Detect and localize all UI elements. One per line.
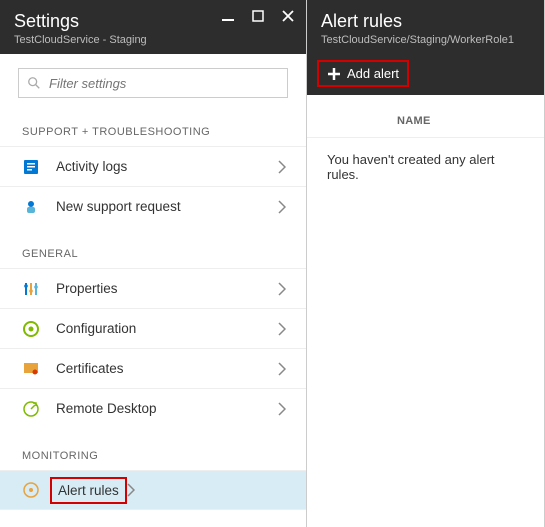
- activity-logs-icon: [22, 158, 40, 176]
- menu-item-label: Remote Desktop: [56, 401, 278, 416]
- close-icon[interactable]: [280, 8, 296, 24]
- chevron-right-icon: [278, 322, 286, 336]
- column-header-name: NAME: [307, 115, 544, 137]
- settings-subtitle: TestCloudService - Staging: [14, 34, 292, 46]
- empty-state-text: You haven't created any alert rules.: [307, 137, 544, 196]
- settings-blade: Settings TestCloudService - Staging SUPP…: [0, 0, 307, 527]
- alert-rules-blade: Alert rules TestCloudService/Staging/Wor…: [307, 0, 545, 527]
- search-icon: [27, 76, 41, 90]
- chevron-right-icon: [278, 160, 286, 174]
- menu-item-certificates[interactable]: Certificates: [0, 348, 306, 388]
- menu-item-label: Certificates: [56, 361, 278, 376]
- alert-rules-body: NAME You haven't created any alert rules…: [307, 95, 544, 196]
- chevron-right-icon: [278, 282, 286, 296]
- alert-rules-title: Alert rules: [321, 10, 530, 32]
- remote-desktop-icon: [22, 400, 40, 418]
- filter-settings-input[interactable]: [49, 76, 279, 91]
- menu-item-label: Properties: [56, 281, 278, 296]
- section-label-support: SUPPORT + TROUBLESHOOTING: [0, 104, 306, 146]
- add-alert-button[interactable]: Add alert: [317, 60, 409, 87]
- menu-item-label: Activity logs: [56, 159, 278, 174]
- filter-settings-search[interactable]: [18, 68, 288, 98]
- menu-item-new-support-request[interactable]: New support request: [0, 186, 306, 226]
- menu-item-label: Alert rules: [58, 483, 119, 498]
- support-request-icon: [22, 198, 40, 216]
- alert-rules-subtitle: TestCloudService/Staging/WorkerRole1: [321, 34, 530, 46]
- configuration-icon: [22, 320, 40, 338]
- settings-header: Settings TestCloudService - Staging: [0, 0, 306, 54]
- menu-item-label: Configuration: [56, 321, 278, 336]
- menu-item-alert-rules[interactable]: Alert rules: [0, 470, 306, 510]
- chevron-right-icon: [278, 200, 286, 214]
- maximize-icon[interactable]: [250, 8, 266, 24]
- menu-item-activity-logs[interactable]: Activity logs: [0, 146, 306, 186]
- chevron-right-icon: [278, 402, 286, 416]
- menu-item-configuration[interactable]: Configuration: [0, 308, 306, 348]
- minimize-icon[interactable]: [220, 8, 236, 24]
- menu-item-label: New support request: [56, 199, 278, 214]
- chevron-right-icon: [127, 483, 135, 497]
- window-controls: [220, 8, 296, 24]
- alert-rules-header: Alert rules TestCloudService/Staging/Wor…: [307, 0, 544, 54]
- certificates-icon: [22, 360, 40, 378]
- properties-icon: [22, 280, 40, 298]
- alert-rules-toolbar: Add alert: [307, 54, 544, 95]
- menu-item-remote-desktop[interactable]: Remote Desktop: [0, 388, 306, 428]
- settings-body: SUPPORT + TROUBLESHOOTING Activity logs …: [0, 54, 306, 527]
- chevron-right-icon: [278, 362, 286, 376]
- add-alert-label: Add alert: [347, 66, 399, 81]
- menu-item-properties[interactable]: Properties: [0, 268, 306, 308]
- section-label-monitoring: MONITORING: [0, 428, 306, 470]
- plus-icon: [327, 67, 341, 81]
- section-label-general: GENERAL: [0, 226, 306, 268]
- alert-rules-icon: [22, 481, 40, 499]
